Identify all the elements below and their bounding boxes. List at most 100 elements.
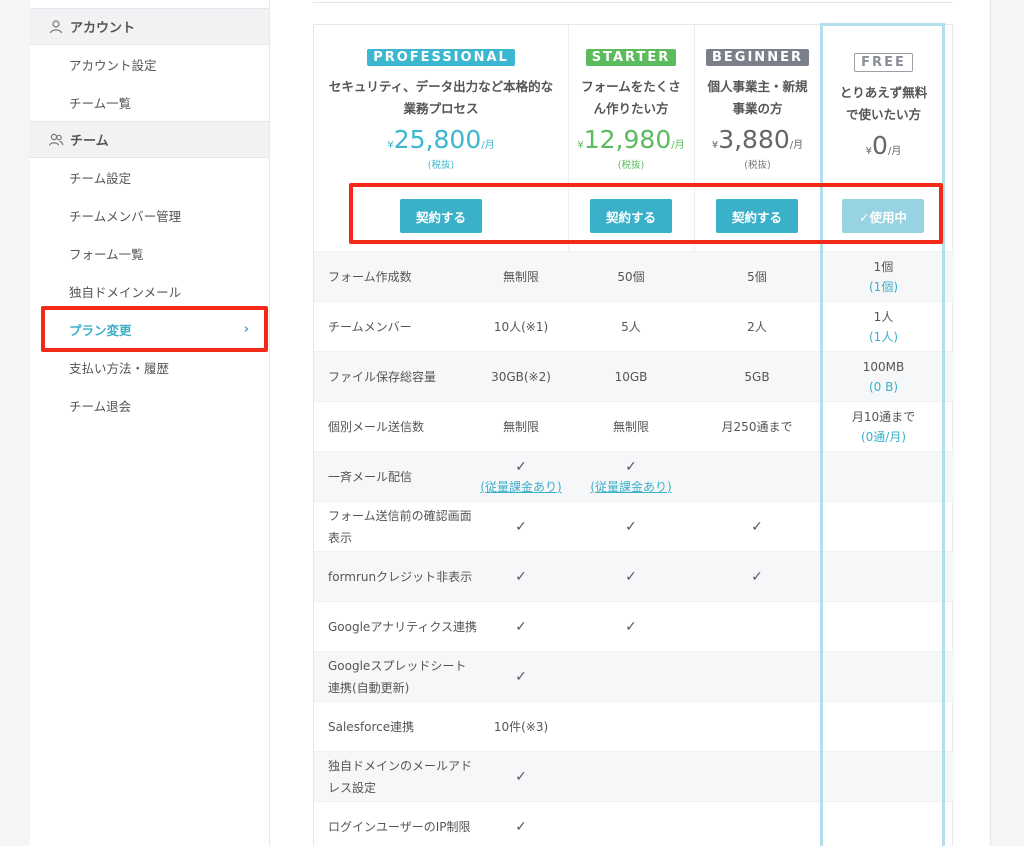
- price-period: /月: [671, 140, 685, 151]
- feature-label-text: フォーム送信前の確認画面表示: [328, 509, 472, 545]
- feature-value-beginner: 月250通まで: [694, 402, 820, 452]
- feature-label: Googleスプレッドシート連携(自動更新): [328, 652, 478, 702]
- feature-label-text: 一斉メール配信: [328, 470, 413, 484]
- sidebar-item-label: アカウント設定: [69, 57, 157, 73]
- sidebar-item-label: 支払い方法・履歴: [69, 360, 170, 376]
- feature-value: 5個: [747, 270, 767, 284]
- sidebar-item-label: チーム退会: [69, 398, 132, 414]
- feature-value-professional: 30GB(※2): [474, 352, 568, 402]
- feature-label: 独自ドメインのメールアドレス設定: [328, 752, 478, 802]
- sidebar-item-team-list[interactable]: チーム一覧: [30, 83, 269, 121]
- feature-value-starter: ✓: [568, 502, 694, 552]
- feature-value: 無制限: [502, 270, 539, 284]
- feature-value-professional: ✓: [474, 602, 568, 652]
- divider: [313, 0, 953, 3]
- price-value: 25,800: [393, 125, 482, 154]
- plan-price: ¥25,800/月: [314, 126, 568, 160]
- plan-badge: PROFESSIONAL: [367, 49, 515, 66]
- plan-price: ¥12,980/月: [568, 126, 694, 160]
- feature-label: フォーム作成数: [328, 252, 478, 302]
- feature-value-professional: 10人(※1): [474, 302, 568, 352]
- feature-value: 無制限: [502, 420, 539, 434]
- feature-label: Salesforce連携: [328, 702, 478, 752]
- free-plan-highlight: [820, 23, 945, 846]
- check-icon: ✓: [515, 519, 527, 535]
- sidebar-item-team-members[interactable]: チームメンバー管理: [30, 196, 269, 234]
- usage-billing-link[interactable]: (従量課金あり): [590, 477, 671, 497]
- feature-value-starter: [568, 702, 694, 752]
- price-period: /月: [789, 140, 804, 151]
- sidebar-item-account-settings[interactable]: アカウント設定: [30, 45, 269, 83]
- feature-value-beginner: [694, 652, 820, 702]
- tax-note: (税抜): [744, 160, 771, 171]
- check-icon: ✓: [515, 669, 527, 685]
- sidebar-item-forms[interactable]: フォーム一覧: [30, 234, 269, 272]
- feature-label-text: Googleアナリティクス連携: [328, 620, 477, 634]
- feature-value-beginner: ✓: [694, 552, 820, 602]
- sidebar-section-account: アカウント: [30, 8, 269, 45]
- feature-label: Googleアナリティクス連携: [328, 602, 478, 652]
- sidebar-item-label: チーム一覧: [69, 95, 132, 111]
- feature-value-starter: 無制限: [568, 402, 694, 452]
- sidebar-section-title: アカウント: [70, 21, 136, 36]
- divider: [990, 0, 991, 846]
- feature-label-text: チームメンバー: [328, 320, 412, 334]
- sidebar-item-payment[interactable]: 支払い方法・履歴: [30, 348, 269, 386]
- feature-value: 5GB: [744, 370, 770, 384]
- sidebar-item-label: チーム設定: [69, 170, 132, 186]
- feature-label: ログインユーザーのIP制限: [328, 802, 478, 846]
- feature-value-starter: ✓ (従量課金あり): [568, 452, 694, 502]
- highlight-box-plan-change: [41, 306, 268, 352]
- check-icon: ✓: [625, 519, 637, 535]
- tax-note: (税抜): [617, 160, 645, 171]
- feature-value: 10GB: [614, 370, 648, 384]
- feature-value: 30GB(※2): [491, 370, 551, 384]
- check-icon: ✓: [625, 459, 637, 475]
- sidebar-item-leave-team[interactable]: チーム退会: [30, 386, 269, 424]
- feature-value-beginner: [694, 802, 820, 846]
- sidebar-section-team: チーム: [30, 121, 269, 158]
- feature-label-text: ログインユーザーのIP制限: [328, 820, 471, 834]
- plan-description: セキュリティ、データ出力など本格的な 業務プロセス: [314, 76, 568, 120]
- plan-badge: BEGINNER: [706, 49, 809, 66]
- feature-label: formrunクレジット非表示: [328, 552, 478, 602]
- feature-label-text: ファイル保存総容量: [328, 370, 437, 384]
- feature-label-text: Googleスプレッドシート連携(自動更新): [328, 659, 467, 695]
- check-icon: ✓: [515, 619, 527, 635]
- feature-value-professional: 無制限: [474, 402, 568, 452]
- check-icon: ✓: [625, 619, 637, 635]
- feature-value-starter: [568, 802, 694, 846]
- feature-value-beginner: 2人: [694, 302, 820, 352]
- feature-value-beginner: [694, 752, 820, 802]
- plan-description-line: セキュリティ、データ出力など本格的な: [328, 79, 554, 94]
- feature-value-starter: [568, 752, 694, 802]
- check-icon: ✓: [625, 569, 637, 585]
- feature-value-starter: 10GB: [568, 352, 694, 402]
- sidebar-item-label: フォーム一覧: [69, 246, 144, 262]
- sidebar-item-team-settings[interactable]: チーム設定: [30, 158, 269, 196]
- feature-value: 無制限: [612, 420, 649, 434]
- sidebar-item-label: 独自ドメインメール: [69, 284, 182, 300]
- feature-value-beginner: [694, 702, 820, 752]
- usage-billing-link[interactable]: (従量課金あり): [480, 477, 561, 497]
- feature-value-starter: ✓: [568, 552, 694, 602]
- sidebar-section-title: チーム: [70, 134, 109, 149]
- plan-description-line: 個人事業主・新規: [707, 79, 808, 94]
- feature-value: 月250通まで: [721, 420, 793, 434]
- feature-value: 5人: [621, 320, 641, 334]
- feature-label-text: Salesforce連携: [328, 720, 415, 734]
- feature-value-professional: ✓: [474, 502, 568, 552]
- highlight-box-contract-buttons: [349, 183, 943, 244]
- price-value: 12,980: [583, 125, 672, 154]
- feature-label-text: フォーム作成数: [328, 270, 412, 284]
- plan-badge: STARTER: [585, 49, 677, 66]
- feature-value-professional: ✓ (従量課金あり): [474, 452, 568, 502]
- plan-description-line: ん作りたい方: [593, 101, 669, 116]
- feature-value-professional: ✓: [474, 802, 568, 846]
- feature-value-starter: ✓: [568, 602, 694, 652]
- sidebar-item-domain-mail[interactable]: 独自ドメインメール: [30, 272, 269, 310]
- feature-label-text: formrunクレジット非表示: [328, 570, 473, 584]
- feature-label: ファイル保存総容量: [328, 352, 478, 402]
- feature-value-beginner: ✓: [694, 502, 820, 552]
- feature-label-text: 独自ドメインのメールアドレス設定: [328, 759, 473, 795]
